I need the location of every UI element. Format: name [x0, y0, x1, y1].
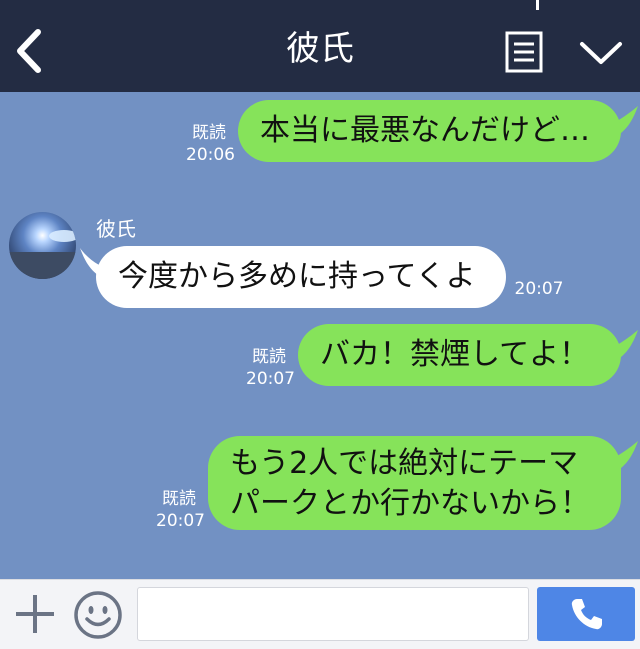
status-indicator — [536, 0, 539, 10]
read-receipt: 既読 20:07 — [156, 488, 205, 532]
chevron-left-icon — [17, 29, 41, 73]
add-button[interactable] — [14, 593, 56, 635]
input-bar — [0, 579, 640, 649]
menu-icon — [505, 31, 543, 73]
chat-header: 彼氏 — [0, 0, 640, 92]
message-time: 20:07 — [514, 279, 564, 299]
message-time: 20:06 — [186, 145, 235, 165]
message-text: 本当に最悪なんだけど… — [260, 113, 590, 148]
back-button[interactable] — [10, 26, 50, 76]
emoji-button[interactable] — [73, 590, 123, 640]
sender-name: 彼氏 — [96, 217, 136, 241]
read-status: 既読 — [192, 123, 226, 143]
chat-title: 彼氏 — [286, 29, 354, 69]
read-status: 既読 — [252, 347, 286, 367]
avatar[interactable] — [9, 212, 76, 279]
message-input[interactable] — [137, 587, 529, 641]
message-bubble-body: もう2人では絶対にテーマ パークとか行かないから！ — [208, 436, 621, 530]
menu-button[interactable] — [505, 31, 543, 73]
read-receipt: 既読 20:06 — [186, 122, 235, 166]
message-time: 20:07 — [246, 369, 295, 389]
message-text: バカ！禁煙してよ！ — [320, 337, 590, 372]
phone-icon — [571, 599, 602, 630]
message-bubble-body: 本当に最悪なんだけど… — [238, 100, 621, 162]
plus-icon — [16, 595, 54, 633]
read-status: 既読 — [162, 489, 196, 509]
call-button[interactable] — [537, 587, 635, 641]
emoji-icon — [74, 591, 122, 639]
collapse-button[interactable] — [578, 38, 624, 68]
chat-area[interactable]: 既読 20:06 本当に最悪なんだけど… 彼氏 今度から多めに持ってくよ 20:… — [0, 92, 640, 579]
message-bubble-body: 今度から多めに持ってくよ — [96, 246, 506, 308]
chevron-down-icon — [580, 42, 622, 64]
message-text-line: もう2人では絶対にテーマ — [230, 446, 579, 481]
message-time: 20:07 — [156, 511, 205, 531]
message-bubble-body: バカ！禁煙してよ！ — [298, 324, 621, 386]
read-receipt: 既読 20:07 — [246, 346, 295, 390]
message-text-line: パークとか行かないから！ — [230, 486, 590, 521]
message-text: 今度から多めに持ってくよ — [118, 259, 476, 294]
